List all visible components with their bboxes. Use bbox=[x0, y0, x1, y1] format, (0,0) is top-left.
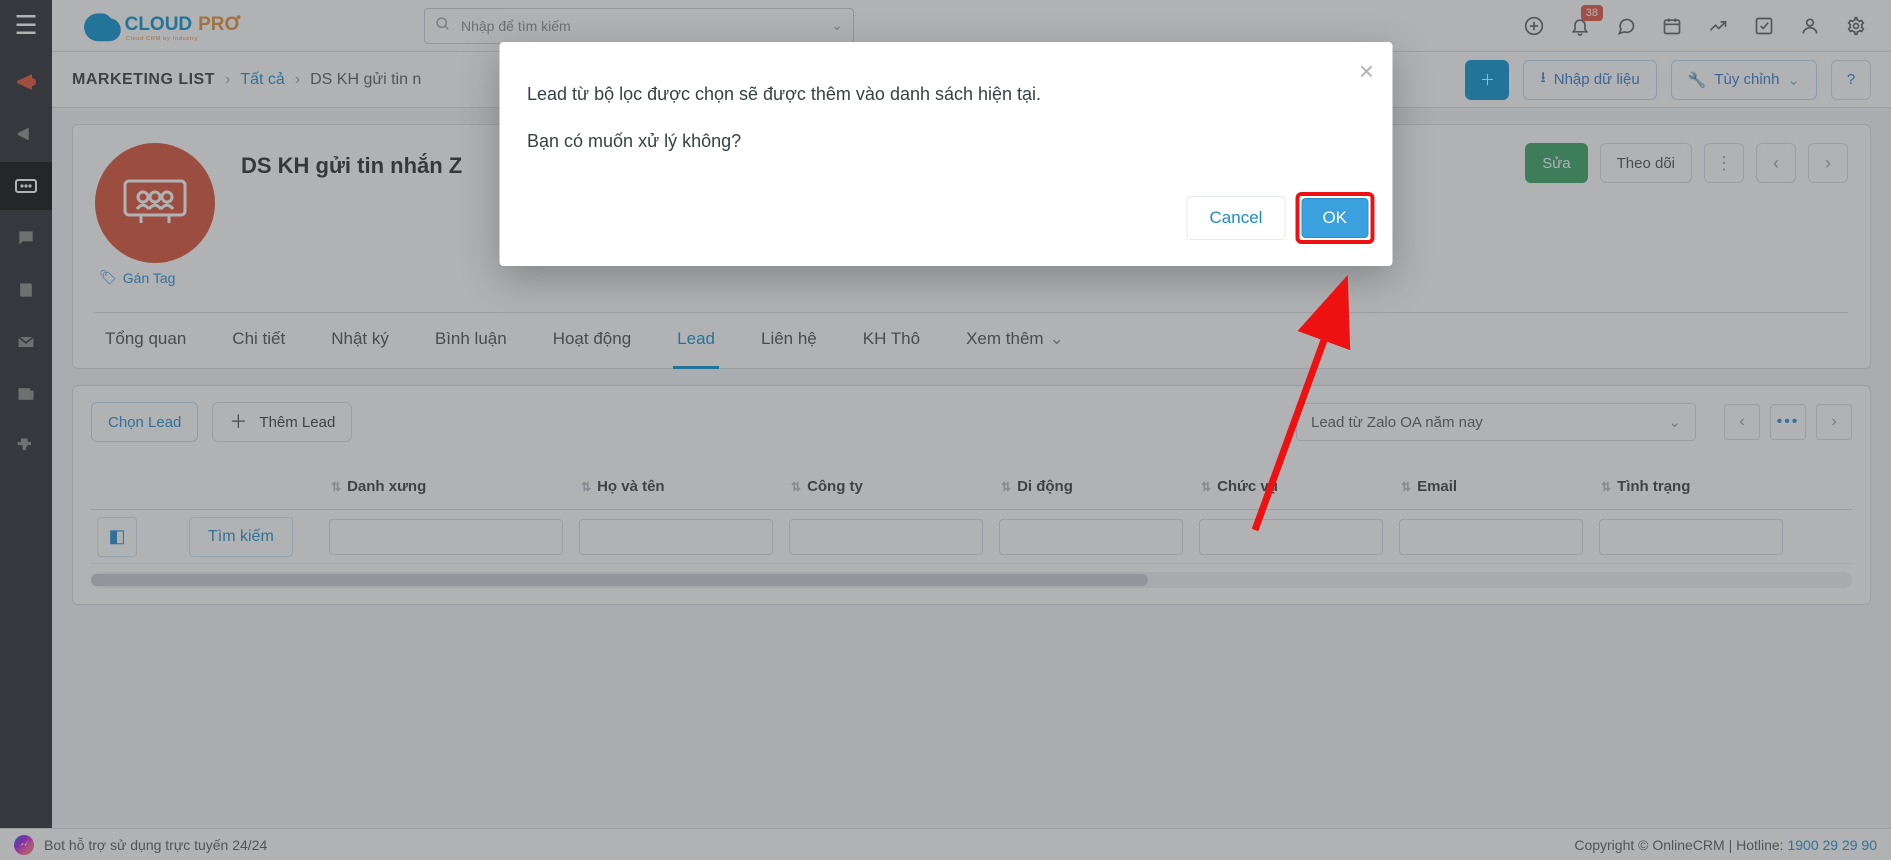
ok-highlight: OK bbox=[1295, 192, 1374, 244]
confirm-modal: × Lead từ bộ lọc được chọn sẽ được thêm … bbox=[499, 42, 1392, 266]
modal-message-1: Lead từ bộ lọc được chọn sẽ được thêm và… bbox=[527, 80, 1364, 109]
ok-button[interactable]: OK bbox=[1301, 198, 1368, 238]
cancel-button[interactable]: Cancel bbox=[1187, 196, 1286, 240]
modal-close-button[interactable]: × bbox=[1359, 58, 1374, 84]
modal-message-2: Bạn có muốn xử lý không? bbox=[527, 127, 1364, 156]
